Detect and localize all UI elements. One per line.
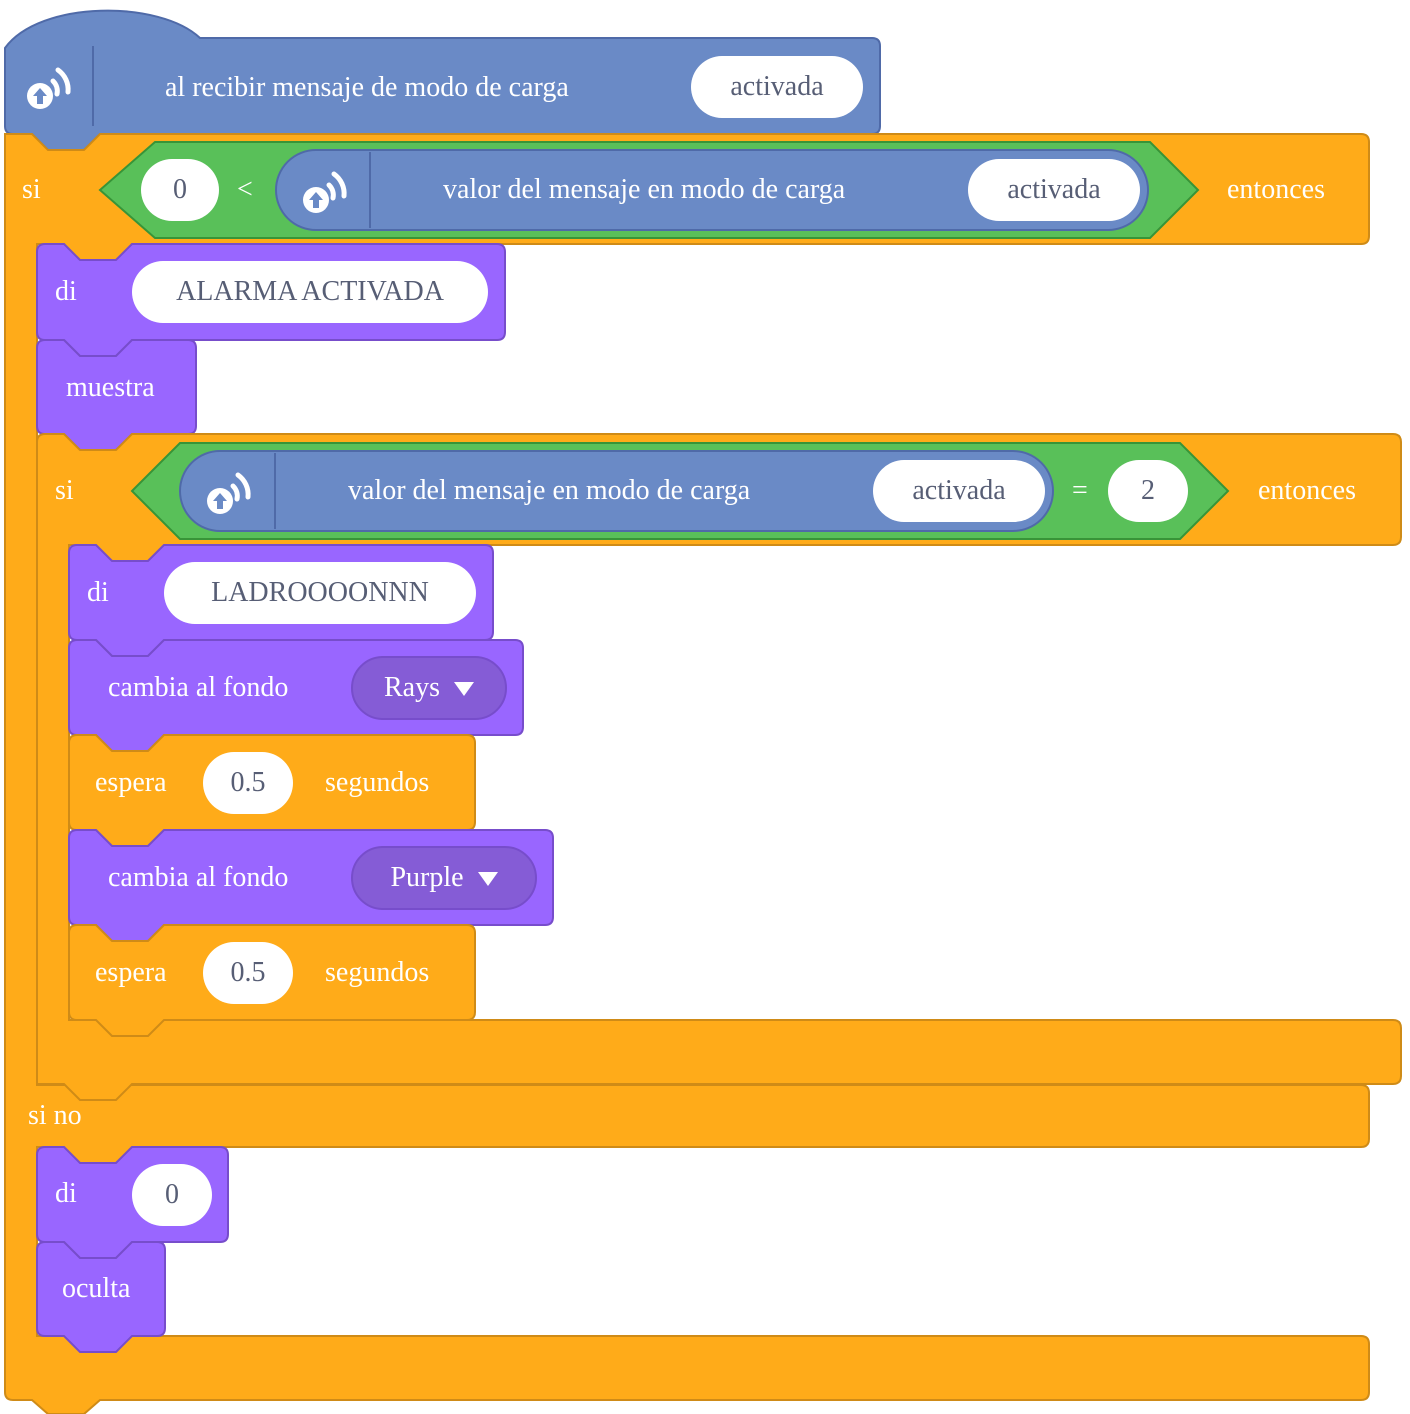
wait-seconds-input[interactable]: 0.5 <box>203 752 293 814</box>
dropdown-arrow-icon <box>454 682 474 696</box>
wireless-broadcast-icon <box>207 472 251 514</box>
switch-backdrop-label: cambia al fondo <box>108 672 289 703</box>
wait-unit-label: segundos <box>325 767 430 798</box>
else-keyword: si no <box>28 1100 82 1131</box>
backdrop-dropdown-value: Rays <box>384 672 440 703</box>
backdrop-dropdown[interactable]: Rays <box>351 656 507 720</box>
say-text-input[interactable]: ALARMA ACTIVADA <box>132 261 488 323</box>
hide-label: oculta <box>62 1273 131 1304</box>
reporter-message-input[interactable]: activada <box>968 159 1140 221</box>
backdrop-dropdown[interactable]: Purple <box>351 846 537 910</box>
equals-operator-label: = <box>1072 475 1088 506</box>
if-keyword-inner: si <box>55 475 74 506</box>
say-text-input[interactable]: 0 <box>132 1164 212 1226</box>
say-label: di <box>55 276 77 307</box>
switch-backdrop-label: cambia al fondo <box>108 862 289 893</box>
if-keyword: si <box>22 174 41 205</box>
hat-label: al recibir mensaje de modo de carga <box>165 72 569 103</box>
less-than-left-input[interactable]: 0 <box>141 159 219 221</box>
hat-message-input[interactable]: activada <box>691 56 863 118</box>
less-than-operator-label: < <box>237 174 253 205</box>
wait-seconds-input[interactable]: 0.5 <box>203 942 293 1004</box>
wireless-broadcast-icon <box>27 67 71 109</box>
wait-label: espera <box>95 957 167 988</box>
equals-right-input[interactable]: 2 <box>1108 460 1188 522</box>
wireless-broadcast-icon <box>303 171 347 213</box>
say-text-input[interactable]: LADROOOONNN <box>164 562 476 624</box>
reporter-label: valor del mensaje en modo de carga <box>443 174 846 205</box>
say-label: di <box>55 1178 77 1209</box>
wait-label: espera <box>95 767 167 798</box>
reporter-label-inner: valor del mensaje en modo de carga <box>348 475 751 506</box>
show-label: muestra <box>66 372 155 403</box>
then-keyword: entonces <box>1227 174 1325 205</box>
wait-unit-label: segundos <box>325 957 430 988</box>
reporter-message-input-inner[interactable]: activada <box>873 460 1045 522</box>
then-keyword-inner: entonces <box>1258 475 1356 506</box>
backdrop-dropdown-value: Purple <box>390 862 464 893</box>
dropdown-arrow-icon <box>477 872 498 886</box>
say-label: di <box>87 577 109 608</box>
